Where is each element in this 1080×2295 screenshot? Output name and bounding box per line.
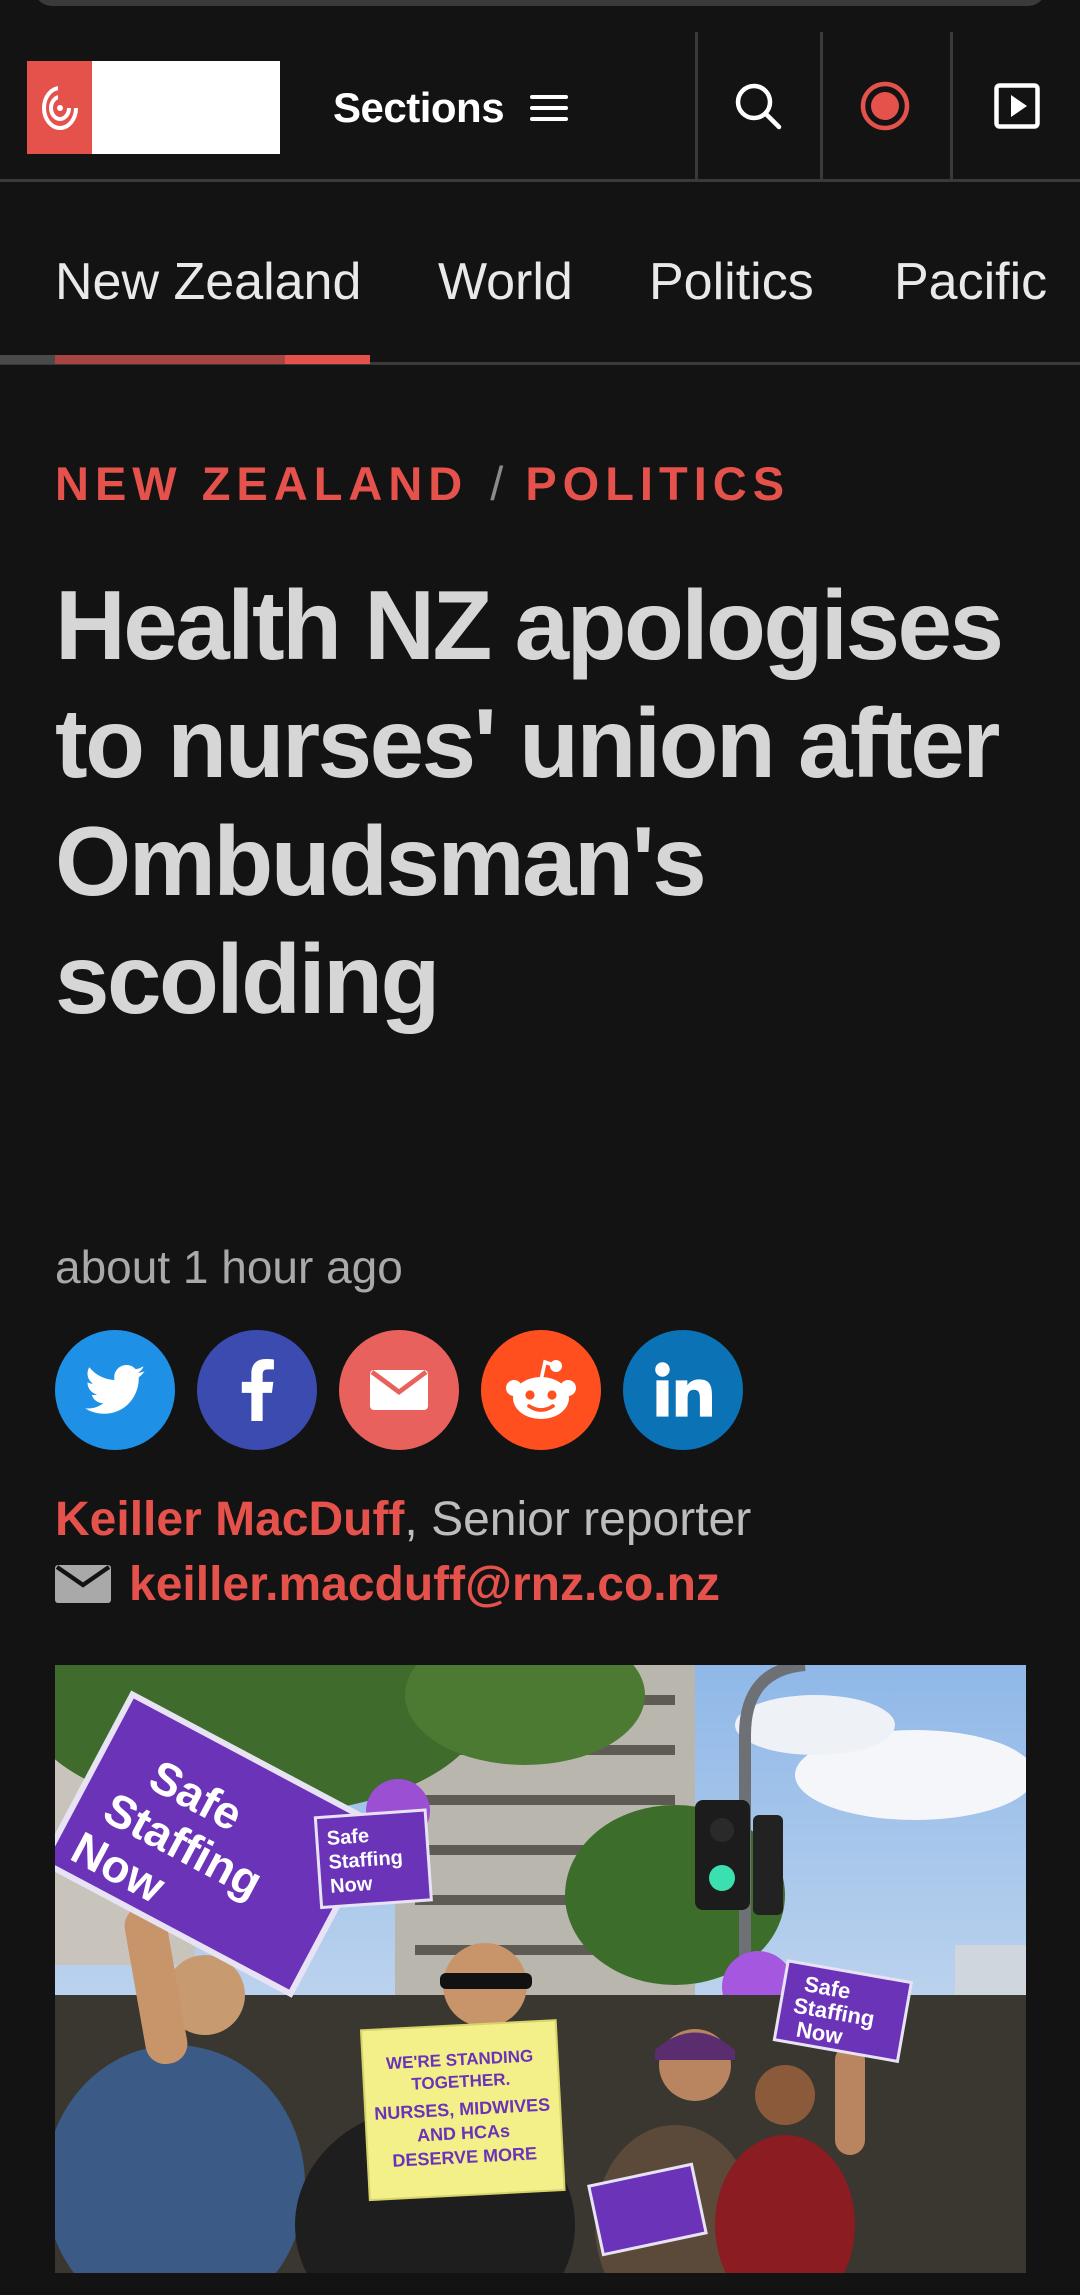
author-email-link[interactable]: keiller.macduff@rnz.co.nz (129, 1557, 720, 1612)
tab-world[interactable]: World (438, 252, 573, 312)
search-button[interactable] (718, 70, 798, 142)
header-divider (820, 32, 823, 180)
twitter-icon (85, 1365, 145, 1414)
play-icon (994, 83, 1040, 129)
tab-pacific[interactable]: Pacific (894, 252, 1047, 312)
header-divider (950, 32, 953, 180)
sign-small-now: Now (329, 1873, 373, 1898)
site-logo[interactable] (27, 61, 280, 154)
author-role: , Senior reporter (404, 1493, 752, 1546)
share-reddit-button[interactable] (481, 1330, 601, 1450)
facebook-icon (241, 1359, 274, 1421)
video-button[interactable] (977, 70, 1057, 142)
breadcrumb: NEW ZEALAND / POLITICS (55, 456, 790, 511)
share-email-button[interactable] (339, 1330, 459, 1450)
site-header: Sections (0, 32, 1080, 182)
sections-menu-button[interactable]: Sections (333, 80, 570, 136)
tab-new-zealand[interactable]: New Zealand (55, 252, 361, 312)
share-facebook-button[interactable] (197, 1330, 317, 1450)
category-tabs: New Zealand World Politics Pacific (0, 182, 1080, 367)
breadcrumb-politics[interactable]: POLITICS (525, 457, 790, 510)
article-hero-image: Safe Staffing Now Safe Staffing Now Safe… (55, 1665, 1026, 2273)
search-icon (735, 83, 782, 130)
browser-top-bar (34, 0, 1046, 6)
active-tab-indicator-progress (55, 355, 285, 364)
author-email-row: keiller.macduff@rnz.co.nz (55, 1554, 720, 1614)
logo-mark-icon (27, 61, 92, 154)
share-linkedin-button[interactable] (623, 1330, 743, 1450)
tabs-scroll-indicator (0, 355, 55, 364)
envelope-icon (370, 1370, 428, 1410)
sections-label: Sections (333, 84, 505, 131)
record-icon (860, 81, 910, 131)
article-page: Sections New Zealand World Politics Paci… (0, 0, 1080, 2295)
hamburger-icon (530, 92, 570, 124)
byline: Keiller MacDuff, Senior reporter (55, 1492, 751, 1547)
article-headline: Health NZ apologises to nurses' union af… (55, 570, 1004, 1034)
sign-small-safe: Safe (326, 1825, 370, 1850)
article-timestamp: about 1 hour ago (55, 1241, 403, 1293)
linkedin-icon (655, 1362, 712, 1417)
reddit-icon (506, 1359, 576, 1419)
envelope-icon (55, 1565, 111, 1603)
author-name-link[interactable]: Keiller MacDuff (55, 1493, 404, 1546)
breadcrumb-separator: / (490, 457, 504, 510)
tab-politics[interactable]: Politics (649, 252, 814, 312)
live-radio-button[interactable] (845, 70, 925, 142)
breadcrumb-new-zealand[interactable]: NEW ZEALAND (55, 457, 468, 510)
header-divider (695, 32, 698, 180)
share-twitter-button[interactable] (55, 1330, 175, 1450)
